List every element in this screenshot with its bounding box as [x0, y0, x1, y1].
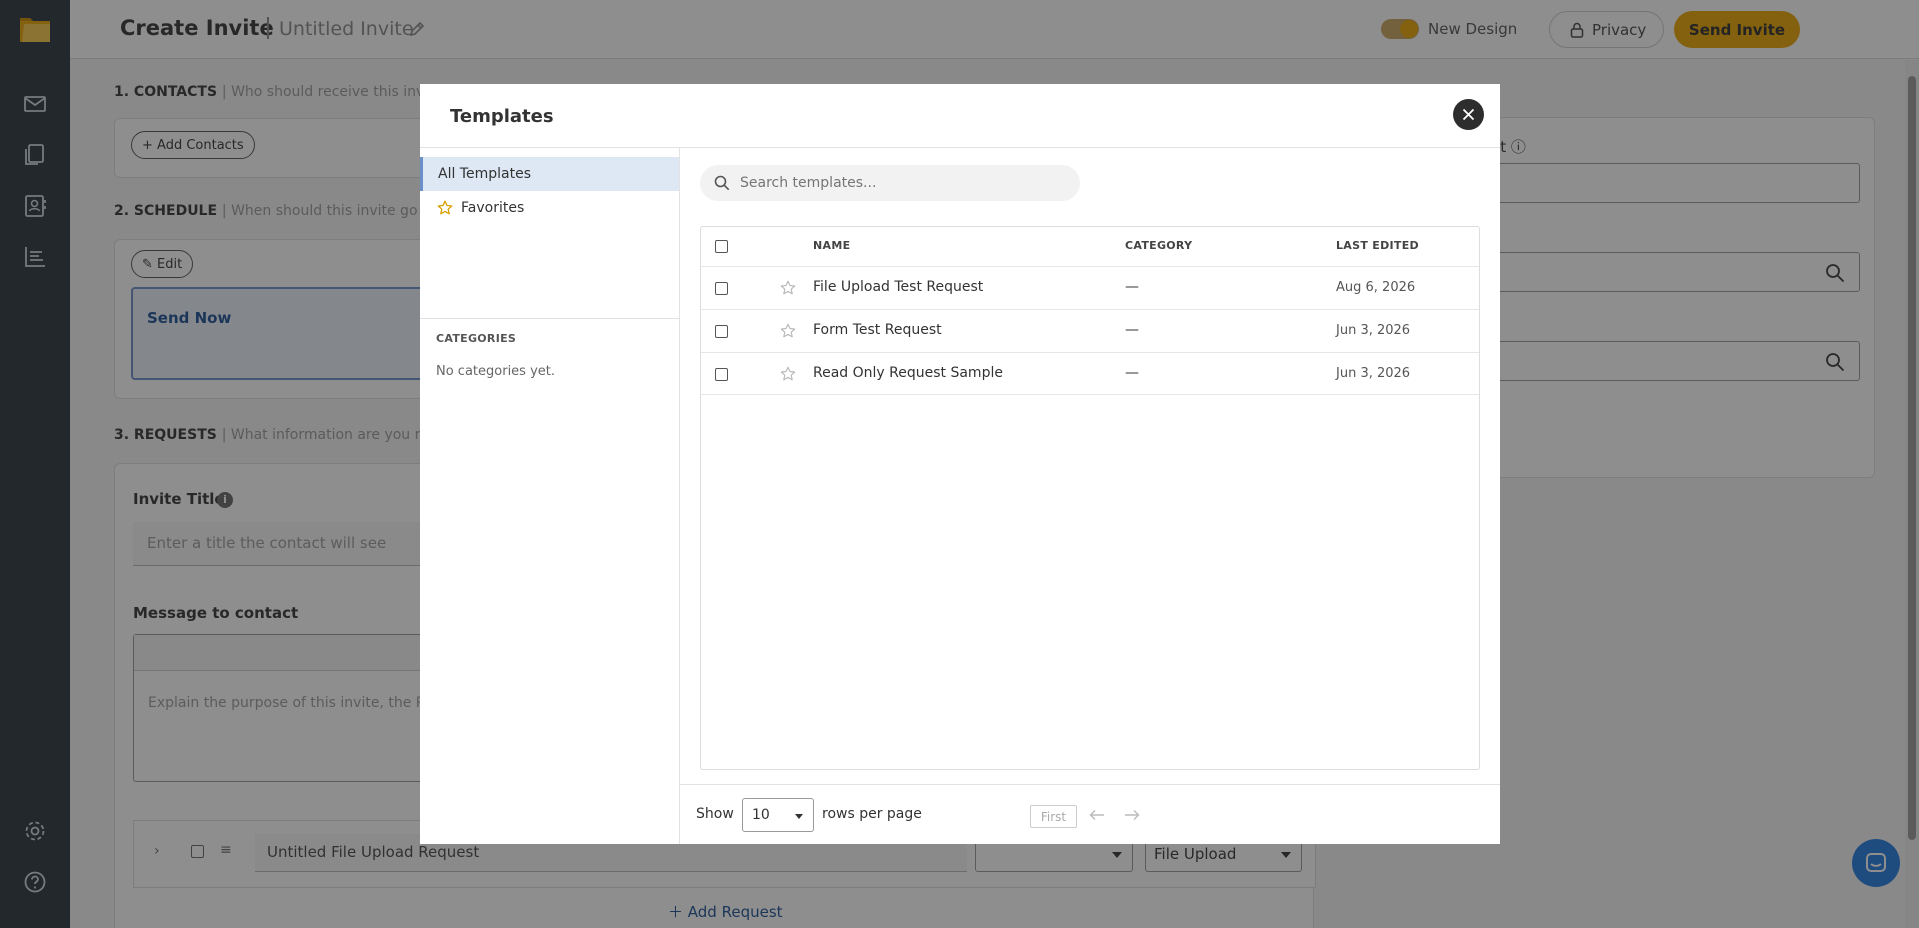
- next-page-button[interactable]: [1120, 805, 1144, 828]
- sidebar-item-all-templates[interactable]: All Templates: [420, 157, 679, 191]
- select-all-checkbox[interactable]: [715, 240, 728, 253]
- rows-per-page-select[interactable]: 10: [742, 798, 814, 832]
- rows-per-page-label: rows per page: [822, 806, 922, 822]
- template-name[interactable]: Read Only Request Sample: [813, 365, 1003, 381]
- template-name[interactable]: Form Test Request: [813, 322, 942, 338]
- star-icon: [437, 200, 453, 215]
- chevron-down-icon: [795, 814, 803, 819]
- modal-title: Templates: [450, 106, 554, 127]
- table-row[interactable]: Read Only Request Sample — Jun 3, 2026: [701, 352, 1479, 395]
- show-label: Show: [696, 806, 734, 822]
- template-category: —: [1125, 322, 1139, 338]
- arrow-left-icon: [1089, 810, 1104, 820]
- template-name[interactable]: File Upload Test Request: [813, 279, 983, 295]
- sidebar-item-label: All Templates: [438, 166, 531, 182]
- categories-empty-text: No categories yet.: [436, 364, 556, 379]
- column-header-category[interactable]: CATEGORY: [1125, 239, 1192, 252]
- template-category: —: [1125, 365, 1139, 381]
- templates-sidebar: All Templates Favorites CATEGORIES No ca…: [420, 148, 680, 844]
- modal-header: Templates: [420, 84, 1500, 148]
- star-icon[interactable]: [780, 366, 796, 382]
- close-icon: [1462, 108, 1475, 121]
- template-category: —: [1125, 279, 1139, 295]
- row-checkbox[interactable]: [715, 368, 728, 381]
- arrow-right-icon: [1125, 810, 1140, 820]
- first-page-button[interactable]: First: [1030, 805, 1077, 828]
- pagination-footer: Show 10 rows per page First: [680, 784, 1500, 844]
- template-last-edited: Jun 3, 2026: [1336, 366, 1411, 381]
- sidebar-item-label: Favorites: [461, 200, 525, 216]
- row-checkbox[interactable]: [715, 282, 728, 295]
- star-icon[interactable]: [780, 280, 796, 296]
- categories-heading: CATEGORIES: [436, 332, 517, 345]
- table-row[interactable]: Form Test Request — Jun 3, 2026: [701, 309, 1479, 352]
- sidebar-item-favorites[interactable]: Favorites: [420, 191, 679, 225]
- rows-per-page-value: 10: [752, 807, 770, 823]
- template-last-edited: Jun 3, 2026: [1336, 323, 1411, 338]
- star-icon[interactable]: [780, 323, 796, 339]
- search-icon: [714, 175, 730, 191]
- templates-table: NAME CATEGORY LAST EDITED File Upload Te…: [700, 226, 1480, 770]
- template-search-input[interactable]: [740, 165, 1070, 201]
- template-last-edited: Aug 6, 2026: [1336, 280, 1416, 295]
- template-search-box[interactable]: [700, 165, 1080, 201]
- row-checkbox[interactable]: [715, 325, 728, 338]
- table-row[interactable]: File Upload Test Request — Aug 6, 2026: [701, 266, 1479, 309]
- close-modal-button[interactable]: [1453, 99, 1484, 130]
- column-header-last-edited[interactable]: LAST EDITED: [1336, 239, 1419, 252]
- column-header-name[interactable]: NAME: [813, 239, 850, 252]
- previous-page-button[interactable]: [1085, 805, 1109, 828]
- templates-content: NAME CATEGORY LAST EDITED File Upload Te…: [680, 148, 1500, 844]
- templates-modal: Templates All Templates Favorites CATEGO…: [420, 84, 1500, 844]
- sidebar-divider: [420, 318, 679, 319]
